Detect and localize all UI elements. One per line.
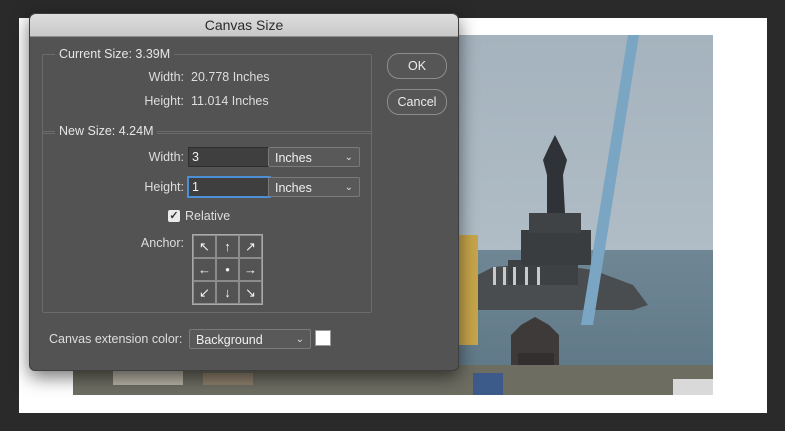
arrow-se-icon: ↘ (245, 284, 256, 300)
current-height-label: Height: (144, 94, 184, 108)
new-size-legend: New Size: 4.24M (55, 124, 158, 138)
new-height-label: Height: (144, 180, 184, 194)
arrow-s-icon: ↓ (224, 285, 231, 300)
ok-button[interactable]: OK (387, 53, 447, 79)
current-height-value: 11.014 Inches (191, 94, 269, 108)
anchor-e[interactable]: → (239, 258, 262, 281)
arrow-nw-icon: ↖ (199, 238, 210, 254)
width-unit-value: Inches (275, 151, 312, 165)
arrow-ne-icon: ↗ (245, 238, 256, 254)
dialog-title[interactable]: Canvas Size (30, 14, 458, 37)
arrow-e-icon: → (244, 262, 257, 277)
extension-color-select[interactable]: Background ⌄ (189, 329, 311, 349)
anchor-nw[interactable]: ↖ (193, 235, 216, 258)
anchor-grid[interactable]: ↖ ↑ ↗ ← ● → ↙ ↓ ↘ (192, 234, 263, 305)
extension-color-value: Background (196, 333, 263, 347)
cancel-button[interactable]: Cancel (387, 89, 447, 115)
anchor-s[interactable]: ↓ (216, 281, 239, 304)
anchor-n[interactable]: ↑ (216, 235, 239, 258)
extension-color-label: Canvas extension color: (49, 332, 183, 346)
arrow-sw-icon: ↙ (199, 284, 210, 300)
arrow-w-icon: ← (198, 262, 211, 277)
extension-color-swatch[interactable] (315, 330, 331, 346)
relative-label[interactable]: Relative (185, 209, 230, 223)
anchor-center[interactable]: ● (216, 258, 239, 281)
anchor-w[interactable]: ← (193, 258, 216, 281)
relative-checkbox[interactable]: ✓ (168, 210, 180, 222)
current-width-value: 20.778 Inches (191, 70, 270, 84)
checkmark-icon: ✓ (169, 210, 179, 222)
width-input[interactable]: 3 (188, 147, 270, 167)
center-dot-icon: ● (225, 265, 230, 274)
anchor-label: Anchor: (140, 236, 184, 250)
anchor-ne[interactable]: ↗ (239, 235, 262, 258)
current-width-label: Width: (148, 70, 184, 84)
height-input[interactable]: 1 (187, 176, 271, 198)
anchor-se[interactable]: ↘ (239, 281, 262, 304)
chevron-down-icon: ⌄ (344, 182, 353, 193)
current-size-legend: Current Size: 3.39M (55, 47, 175, 61)
new-width-label: Width: (148, 150, 184, 164)
height-unit-select[interactable]: Inches ⌄ (268, 177, 360, 197)
height-unit-value: Inches (275, 181, 312, 195)
chevron-down-icon: ⌄ (344, 152, 353, 163)
arrow-n-icon: ↑ (224, 239, 231, 254)
chevron-down-icon: ⌄ (295, 334, 304, 345)
canvas-size-dialog: Canvas Size Current Size: 3.39M Width: 2… (29, 13, 459, 371)
width-unit-select[interactable]: Inches ⌄ (268, 147, 360, 167)
anchor-sw[interactable]: ↙ (193, 281, 216, 304)
